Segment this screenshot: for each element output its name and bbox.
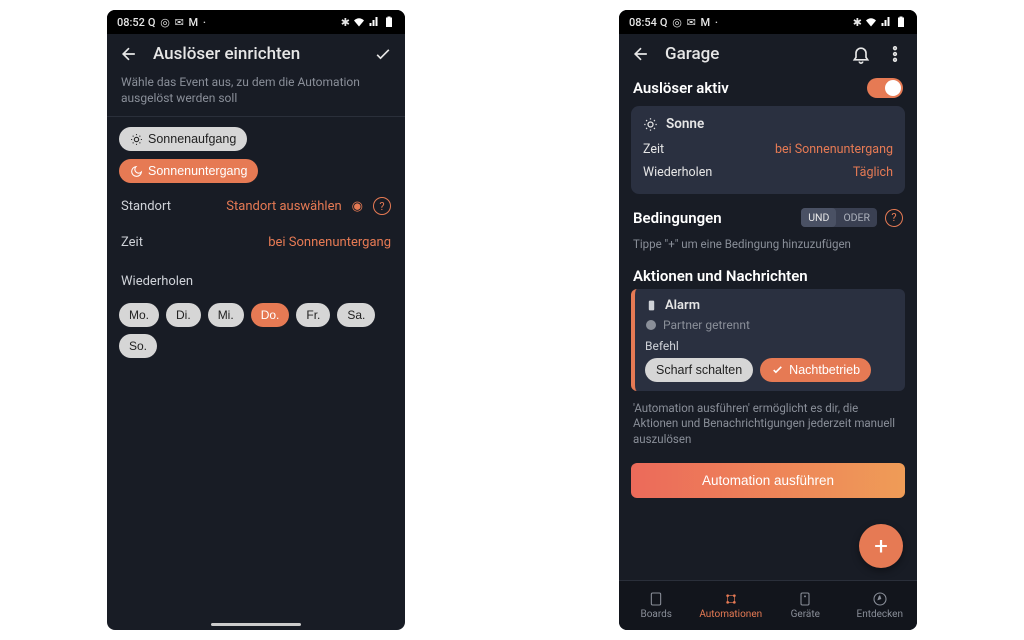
- help-icon[interactable]: ?: [373, 197, 391, 215]
- device-icon: [645, 299, 658, 312]
- day-chip-Fr[interactable]: Fr.: [296, 303, 330, 327]
- info-icon: [645, 319, 657, 331]
- status-icons: Q ◎ ✉ M ·: [148, 16, 207, 29]
- content: Sonnenaufgang Sonnenuntergang Standort S…: [107, 117, 405, 630]
- conditions-row: Bedingungen UND ODER ?: [631, 204, 905, 235]
- status-bar: 08:52 Q ◎ ✉ M · ✱: [107, 10, 405, 34]
- sun-chipset: Sonnenaufgang Sonnenuntergang: [119, 127, 393, 183]
- run-hint: 'Automation ausführen' ermöglicht es dir…: [631, 399, 905, 458]
- wifi-icon: [353, 16, 365, 28]
- content: Auslöser aktiv Sonne Zeitbei Sonnenunter…: [619, 74, 917, 580]
- time-value: bei Sonnenuntergang: [268, 235, 391, 250]
- day-chip-Do[interactable]: Do.: [251, 303, 290, 327]
- location-action[interactable]: Standort auswählen: [226, 199, 341, 214]
- bluetooth-icon: ✱: [853, 16, 862, 29]
- tab-icon: [723, 591, 739, 607]
- or-button[interactable]: ODER: [836, 208, 877, 227]
- actions-row: Aktionen und Nachrichten: [631, 263, 905, 289]
- more-icon[interactable]: [885, 44, 905, 64]
- wifi-icon: [865, 16, 877, 28]
- status-icons: Q ◎ ✉ M ·: [660, 16, 719, 29]
- and-button[interactable]: UND: [801, 208, 836, 227]
- conditions-hint: Tippe "+" um eine Bedingung hinzuzufügen: [631, 235, 905, 263]
- run-automation-button[interactable]: Automation ausführen: [631, 463, 905, 498]
- night-chip[interactable]: Nachtbetrieb: [760, 358, 871, 382]
- back-icon[interactable]: [119, 44, 139, 64]
- status-time: 08:52: [117, 16, 145, 29]
- day-chip-Mi[interactable]: Mi.: [208, 303, 244, 327]
- moon-icon: [130, 165, 143, 178]
- tab-geräte[interactable]: Geräte: [768, 581, 843, 630]
- confirm-icon[interactable]: [373, 44, 393, 64]
- day-chip-Sa[interactable]: Sa.: [337, 303, 375, 327]
- add-fab[interactable]: +: [859, 524, 903, 568]
- location-label: Standort: [121, 199, 171, 214]
- target-icon[interactable]: ◉: [352, 199, 363, 214]
- tab-icon: [872, 591, 888, 607]
- action-card[interactable]: Alarm Partner getrennt Befehl Scharf sch…: [631, 289, 905, 391]
- check-icon: [771, 363, 784, 376]
- sun-icon: [130, 133, 143, 146]
- tab-icon: [797, 591, 813, 607]
- signal-icon: [368, 16, 380, 28]
- bluetooth-icon: ✱: [341, 16, 350, 29]
- repeat-row: Wiederholen: [119, 256, 393, 295]
- day-chip-Di[interactable]: Di.: [166, 303, 201, 327]
- condition-mode-segment[interactable]: UND ODER: [801, 208, 877, 227]
- day-chip-So[interactable]: So.: [119, 334, 157, 358]
- back-icon[interactable]: [631, 44, 651, 64]
- top-bar: Garage: [619, 34, 917, 74]
- trigger-active-label: Auslöser aktiv: [633, 79, 729, 97]
- day-chip-Mo[interactable]: Mo.: [119, 303, 159, 327]
- tab-icon: [648, 591, 664, 607]
- tab-entdecken[interactable]: Entdecken: [843, 581, 918, 630]
- signal-icon: [880, 16, 892, 28]
- help-icon[interactable]: ?: [885, 209, 903, 227]
- time-row: Zeit bei Sonnenuntergang: [119, 221, 393, 256]
- sun-card[interactable]: Sonne Zeitbei Sonnenuntergang Wiederhole…: [631, 106, 905, 194]
- phone-right: 08:54 Q ◎ ✉ M · ✱ Garage Auslöser aktiv …: [619, 10, 917, 630]
- page-title: Garage: [665, 44, 837, 64]
- time-label: Zeit: [121, 235, 143, 250]
- battery-icon: [383, 16, 395, 28]
- top-bar: Auslöser einrichten: [107, 34, 405, 74]
- tab-bar: BoardsAutomationenGeräteEntdecken: [619, 580, 917, 630]
- phone-left: 08:52 Q ◎ ✉ M · ✱ Auslöser einrichten Wä…: [107, 10, 405, 630]
- trigger-active-row: Auslöser aktiv: [631, 74, 905, 106]
- home-indicator: [211, 623, 301, 626]
- day-chipset: Mo. Di. Mi. Do.Fr. Sa. So.: [119, 303, 393, 358]
- location-row: Standort Standort auswählen ◉ ?: [119, 183, 393, 221]
- tab-boards[interactable]: Boards: [619, 581, 694, 630]
- status-bar: 08:54 Q ◎ ✉ M · ✱: [619, 10, 917, 34]
- sun-icon: [643, 117, 658, 132]
- plus-icon: +: [874, 532, 888, 560]
- tab-automationen[interactable]: Automationen: [694, 581, 769, 630]
- page-subtitle: Wähle das Event aus, zu dem die Automati…: [107, 74, 405, 116]
- active-toggle[interactable]: [867, 78, 903, 98]
- bell-icon[interactable]: [851, 44, 871, 64]
- sunset-chip[interactable]: Sonnenuntergang: [119, 159, 258, 183]
- repeat-label: Wiederholen: [121, 274, 193, 289]
- arm-chip[interactable]: Scharf schalten: [645, 358, 753, 382]
- battery-icon: [895, 16, 907, 28]
- sunrise-chip[interactable]: Sonnenaufgang: [119, 127, 247, 151]
- page-title: Auslöser einrichten: [153, 44, 359, 64]
- status-time: 08:54: [629, 16, 657, 29]
